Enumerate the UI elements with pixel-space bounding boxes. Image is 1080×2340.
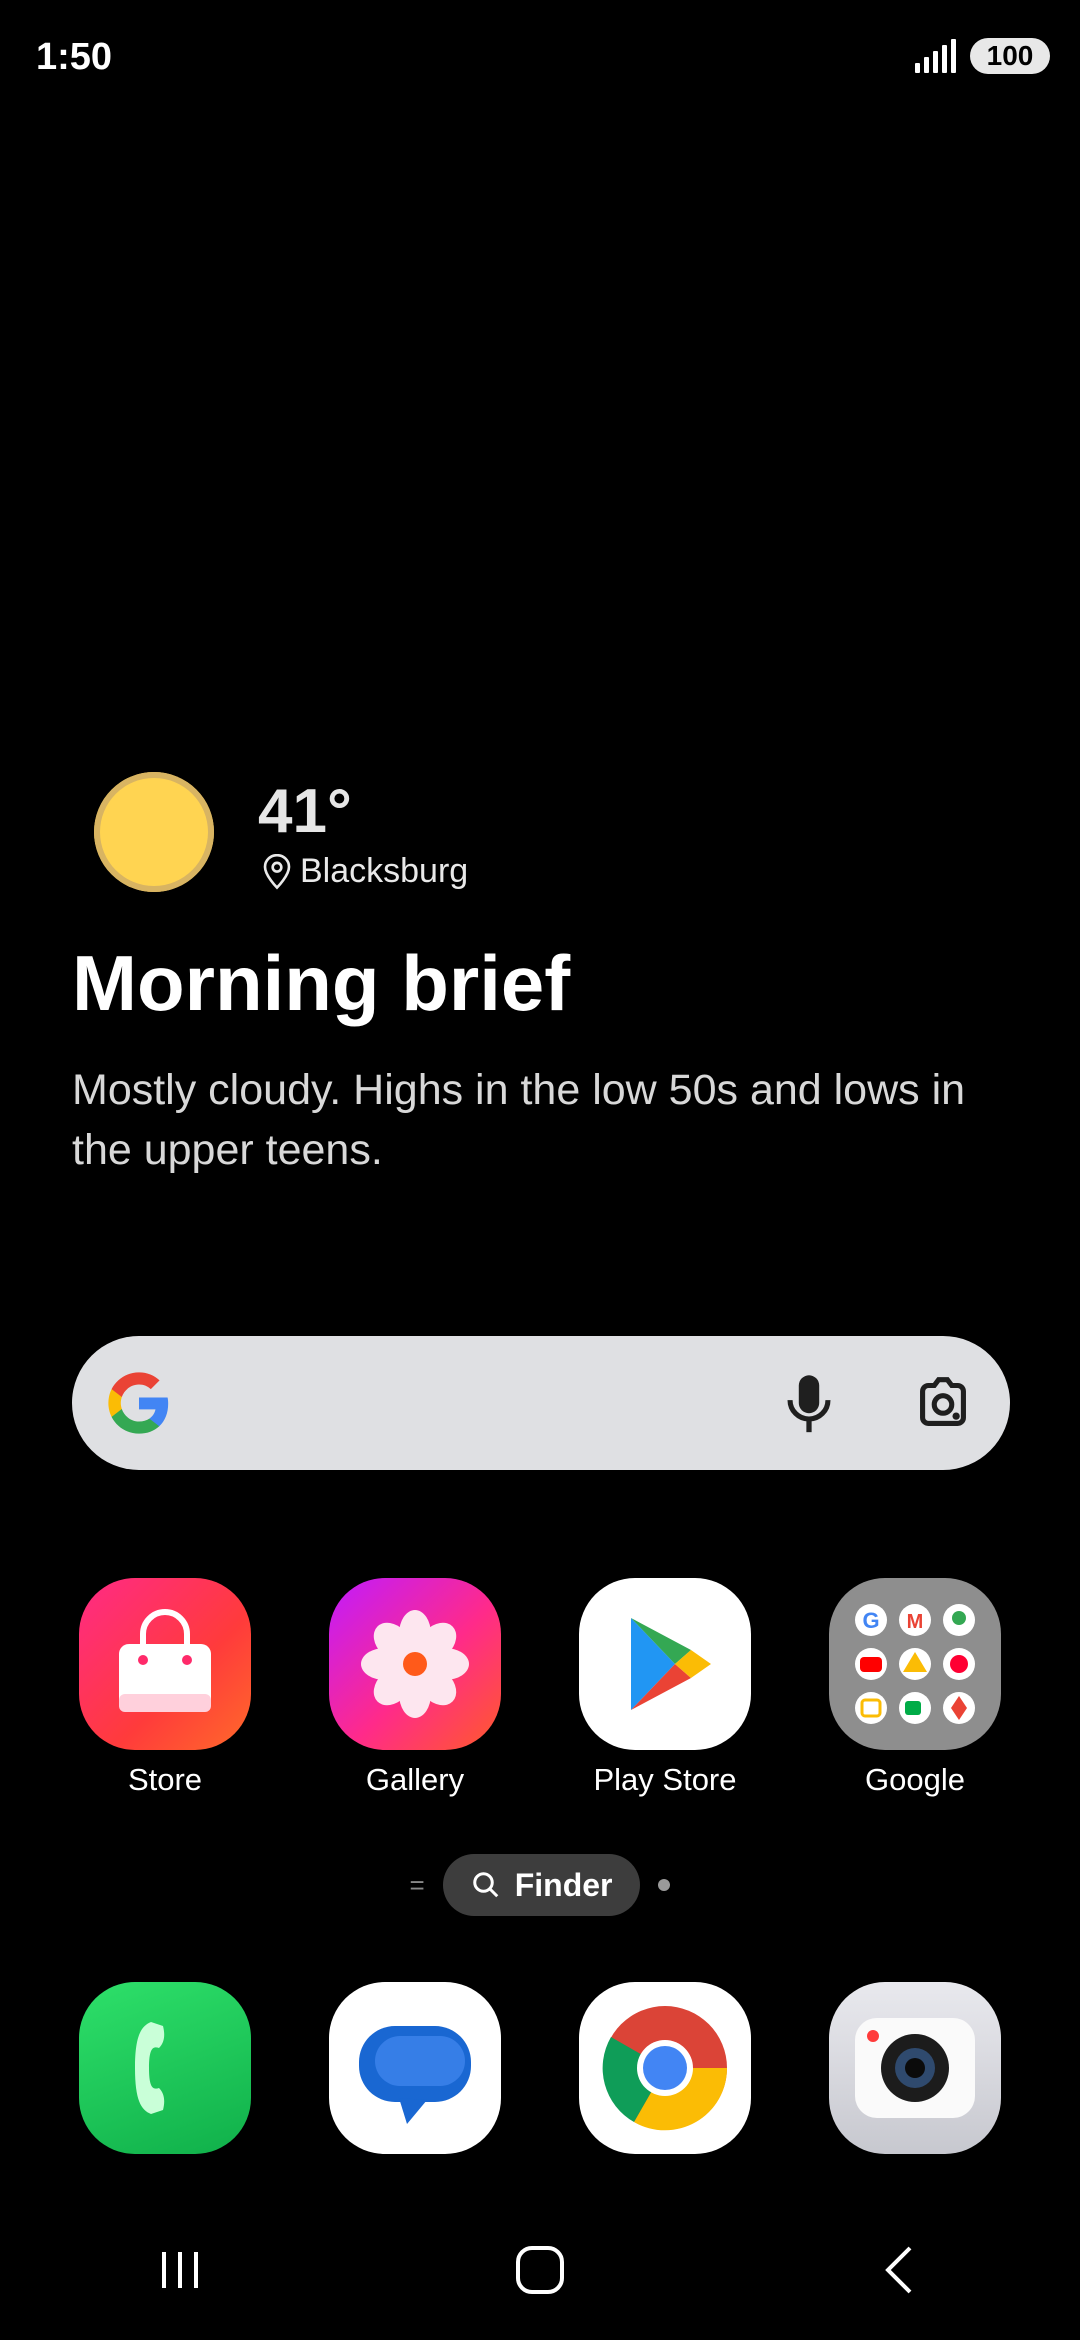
home-apps-row: Store Gallery Play Store G M Google xyxy=(0,1578,1080,1798)
brief-text[interactable]: Mostly cloudy. Highs in the low 50s and … xyxy=(72,1060,1012,1180)
messages-icon[interactable] xyxy=(329,1982,501,2154)
chrome-icon[interactable] xyxy=(579,1982,751,2154)
back-chevron-icon xyxy=(885,2246,912,2294)
signal-icon xyxy=(915,39,956,73)
google-g-icon xyxy=(108,1372,169,1434)
finder-row: = Finder xyxy=(0,1854,1080,1916)
dock-camera[interactable] xyxy=(815,1982,1015,2154)
location-pin-icon xyxy=(263,853,291,889)
back-button[interactable] xyxy=(830,2230,970,2310)
play-store-icon[interactable] xyxy=(579,1578,751,1750)
weather-location[interactable]: Blacksburg xyxy=(262,852,468,891)
page-dot xyxy=(658,1879,671,1891)
store-icon[interactable] xyxy=(79,1578,251,1750)
recent-apps-button[interactable] xyxy=(110,2230,250,2310)
app-play-store-label: Play Store xyxy=(593,1762,737,1797)
home-button[interactable] xyxy=(470,2230,610,2310)
finder-label: Finder xyxy=(514,1866,613,1903)
dock xyxy=(0,1982,1080,2154)
status-icons: 100 xyxy=(915,38,1050,74)
app-google-label: Google xyxy=(865,1762,965,1797)
app-gallery[interactable]: Gallery xyxy=(315,1578,515,1798)
navigation-bar xyxy=(0,2210,1080,2330)
dock-messages[interactable] xyxy=(315,1982,515,2154)
svg-text:M: M xyxy=(907,1611,924,1633)
finder-button[interactable]: Finder xyxy=(442,1854,641,1916)
dock-chrome[interactable] xyxy=(565,1982,765,2154)
svg-text:G: G xyxy=(862,1608,879,1633)
sun-icon[interactable] xyxy=(94,772,214,892)
status-bar: 1:50 100 xyxy=(0,0,1080,120)
recent-apps-icon xyxy=(162,2252,198,2288)
app-play-store[interactable]: Play Store xyxy=(565,1578,765,1798)
app-store[interactable]: Store xyxy=(65,1578,265,1798)
search-icon xyxy=(472,1872,499,1898)
weather-temperature[interactable]: 41° xyxy=(258,776,352,847)
app-store-label: Store xyxy=(127,1762,203,1797)
page-indicator-lines-icon: = xyxy=(409,1869,425,1900)
brief-title[interactable]: Morning brief xyxy=(72,938,570,1029)
gallery-icon[interactable] xyxy=(329,1578,501,1750)
app-gallery-label: Gallery xyxy=(365,1762,465,1797)
dock-phone[interactable] xyxy=(65,1982,265,2154)
camera-icon[interactable] xyxy=(829,1982,1001,2154)
voice-search-mic-icon[interactable] xyxy=(774,1368,844,1438)
status-time: 1:50 xyxy=(36,36,113,78)
google-folder-icon[interactable]: G M xyxy=(829,1578,1001,1750)
google-search-bar[interactable] xyxy=(72,1336,1010,1470)
home-icon xyxy=(516,2246,564,2294)
battery-indicator: 100 xyxy=(970,38,1050,74)
google-lens-icon[interactable] xyxy=(908,1368,978,1438)
location-label: Blacksburg xyxy=(300,852,469,890)
app-google-folder[interactable]: G M Google xyxy=(815,1578,1015,1798)
phone-icon[interactable] xyxy=(79,1982,251,2154)
